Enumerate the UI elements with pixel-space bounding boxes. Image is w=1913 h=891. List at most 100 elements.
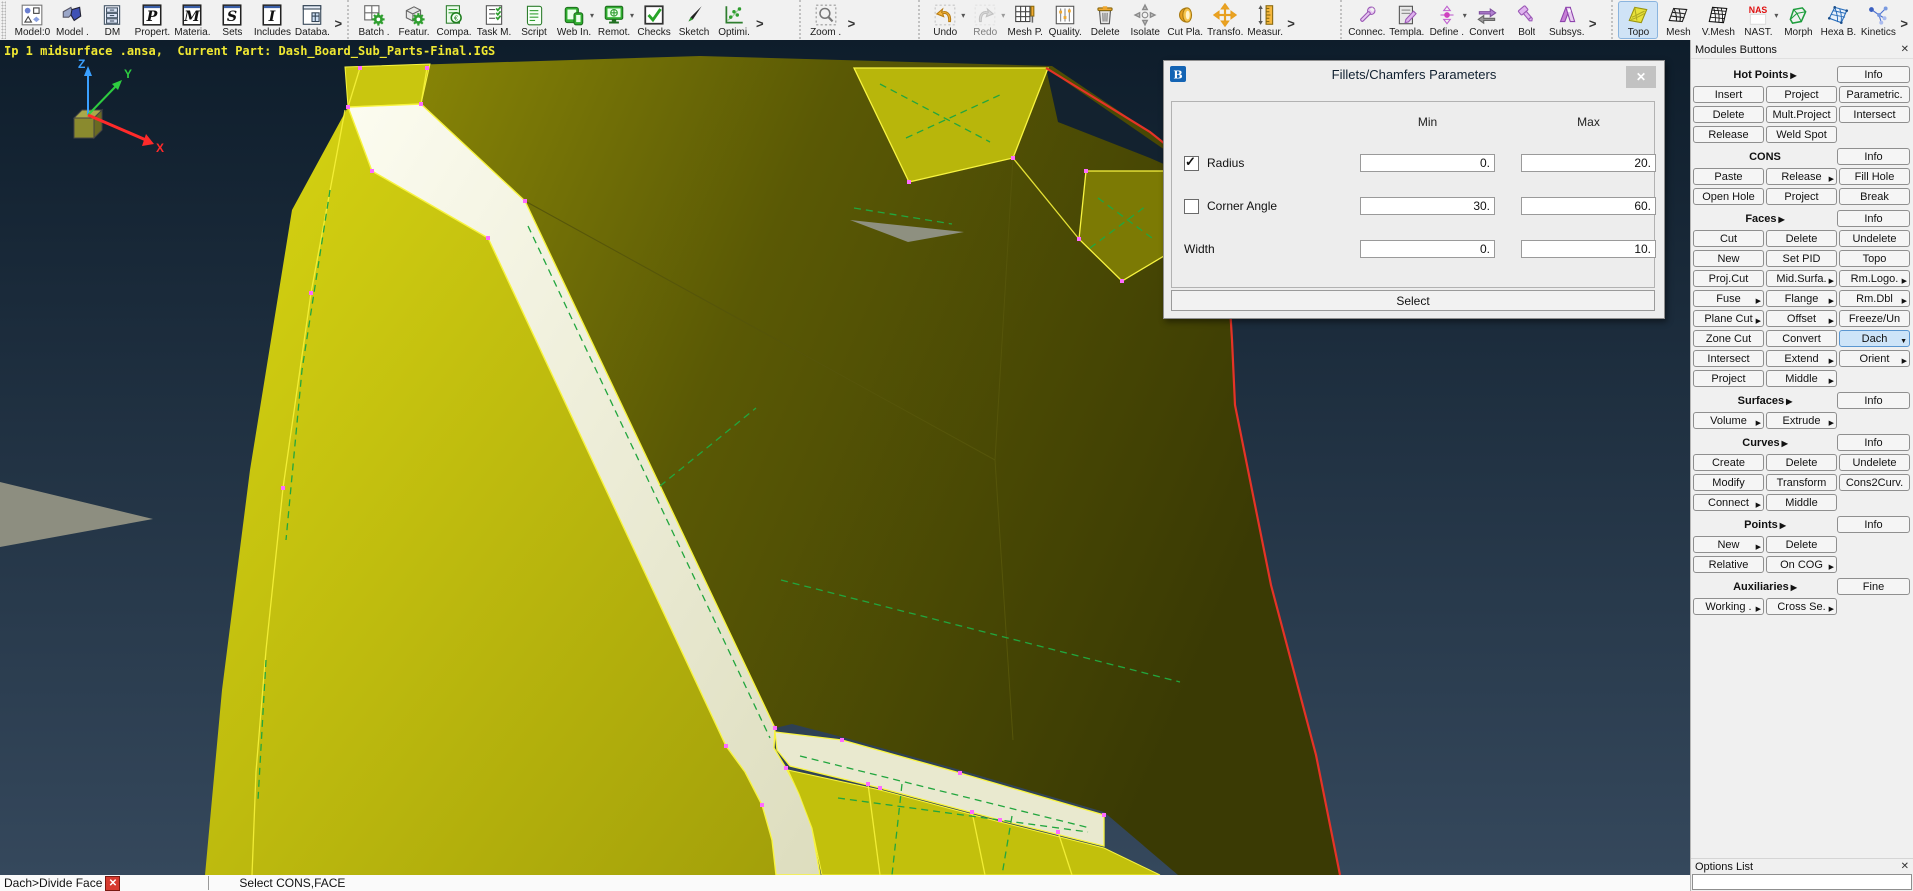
group-title-faces[interactable]: Faces ▶ [1693,213,1837,225]
close-icon[interactable]: ✕ [1901,861,1909,872]
info-button-hot-points[interactable]: Info [1837,66,1910,83]
sb-button-curves-middle[interactable]: Middle [1766,494,1837,511]
toolbar-button-databa[interactable]: Databa. [292,1,332,39]
toolbar-button-transfo[interactable]: Transfo. [1205,1,1245,39]
toolbar-button-nast[interactable]: NAS ▾ NAST. [1738,1,1778,39]
sb-button-faces-orient[interactable]: Orient ▶ [1839,350,1910,367]
sb-button-hot-points-release[interactable]: Release [1693,126,1764,143]
sb-button-faces-cut[interactable]: Cut [1693,230,1764,247]
toolbar-button-connec[interactable]: Connec. [1347,1,1387,39]
group-title-curves[interactable]: Curves ▶ [1693,437,1837,449]
viewport-3d[interactable]: Z Y X Ip 1 midsurface .ansa, Current Par… [0,40,1690,875]
sb-button-points-on-cog[interactable]: On COG ▶ [1766,556,1837,573]
toolbar-button-morph[interactable]: Morph [1778,1,1818,39]
sb-button-hot-points-insert[interactable]: Insert [1693,86,1764,103]
more-tools-chevron[interactable]: > [1587,16,1599,31]
sb-button-faces-convert[interactable]: Convert [1766,330,1837,347]
sb-button-faces-delete[interactable]: Delete [1766,230,1837,247]
toolbar-button-kinetics[interactable]: Kinetics [1858,1,1898,39]
sb-button-faces-dach[interactable]: Dach ▼ [1839,330,1910,347]
toolbar-button-remot[interactable]: ▾ Remot. [594,1,634,39]
sb-button-faces-plane-cut[interactable]: Plane Cut ▶ [1693,310,1764,327]
sb-button-faces-project[interactable]: Project [1693,370,1764,387]
toolbar-button-compa[interactable]: € Compa. [434,1,474,39]
sb-button-surfaces-volume[interactable]: Volume ▶ [1693,412,1764,429]
sb-button-faces-rm-dbl[interactable]: Rm.Dbl ▶ [1839,290,1910,307]
dialog-titlebar[interactable]: B Fillets/Chamfers Parameters ✕ [1164,61,1664,88]
radius-max-field[interactable] [1521,154,1656,172]
sb-button-hot-points-weld-spot[interactable]: Weld Spot [1766,126,1837,143]
sb-button-curves-undelete[interactable]: Undelete [1839,454,1910,471]
sb-button-cons-release[interactable]: Release ▶ [1766,168,1837,185]
sb-button-faces-rm-logo[interactable]: Rm.Logo. ▶ [1839,270,1910,287]
group-title-hot-points[interactable]: Hot Points ▶ [1693,69,1837,81]
toolbar-button-hexa-b[interactable]: Hexa B. [1818,1,1858,39]
info-button-surfaces[interactable]: Info [1837,392,1910,409]
sb-button-cons-paste[interactable]: Paste [1693,168,1764,185]
sb-button-faces-intersect[interactable]: Intersect [1693,350,1764,367]
sb-button-faces-proj-cut[interactable]: Proj.Cut [1693,270,1764,287]
toolbar-button-featur[interactable]: Featur. [394,1,434,39]
sb-button-faces-undelete[interactable]: Undelete [1839,230,1910,247]
sb-button-faces-middle[interactable]: Middle ▶ [1766,370,1837,387]
corner-angle-checkbox[interactable] [1184,198,1199,214]
sb-button-auxiliaries-cross-se[interactable]: Cross Se. ▶ [1766,598,1837,615]
toolbar-button-cut-pla[interactable]: Cut Pla. [1165,1,1205,39]
toolbar-button-convert[interactable]: Convert [1467,1,1507,39]
toolbar-button-materia[interactable]: M Materia. [172,1,212,39]
toolbar-button-templa[interactable]: Templa. [1387,1,1427,39]
group-title-cons[interactable]: CONS [1693,151,1837,163]
toolbar-button-topo[interactable]: Topo [1618,1,1659,39]
sb-button-faces-offset[interactable]: Offset ▶ [1766,310,1837,327]
width-min-field[interactable] [1360,240,1495,258]
sb-button-cons-fill-hole[interactable]: Fill Hole [1839,168,1910,185]
toolbar-button-model[interactable]: Model . [52,1,92,39]
sb-button-faces-topo[interactable]: Topo [1839,250,1910,267]
toolbar-button-mesh[interactable]: Mesh [1658,1,1698,39]
toolbar-button-redo[interactable]: ▾ Redo [965,1,1005,39]
sb-button-hot-points-project[interactable]: Project [1766,86,1837,103]
sb-button-points-new[interactable]: New ▶ [1693,536,1764,553]
corner-angle-min-field[interactable] [1360,197,1495,215]
info-button-curves[interactable]: Info [1837,434,1910,451]
sb-button-surfaces-extrude[interactable]: Extrude ▶ [1766,412,1837,429]
sb-button-curves-transform[interactable]: Transform [1766,474,1837,491]
toolbar-grip[interactable] [1,1,7,39]
toolbar-button-propert[interactable]: P Propert. [132,1,172,39]
radius-min-field[interactable] [1360,154,1495,172]
dialog-close-button[interactable]: ✕ [1626,66,1656,88]
toolbar-button-delete[interactable]: Delete [1085,1,1125,39]
sb-button-cons-break[interactable]: Break [1839,188,1910,205]
toolbar-button-subsys[interactable]: Subsys. [1547,1,1587,39]
sb-button-cons-open-hole[interactable]: Open Hole [1693,188,1764,205]
sb-button-cons-project[interactable]: Project [1766,188,1837,205]
toolbar-button-includes[interactable]: I Includes [252,1,292,39]
toolbar-button-quality[interactable]: Quality. [1045,1,1085,39]
sb-button-curves-delete[interactable]: Delete [1766,454,1837,471]
sb-button-faces-fuse[interactable]: Fuse ▶ [1693,290,1764,307]
sb-button-hot-points-delete[interactable]: Delete [1693,106,1764,123]
sb-button-faces-mid-surfa[interactable]: Mid.Surfa. ▶ [1766,270,1837,287]
sb-button-curves-create[interactable]: Create [1693,454,1764,471]
sb-button-faces-new[interactable]: New [1693,250,1764,267]
more-tools-chevron[interactable]: > [1285,16,1297,31]
toolbar-button-undo[interactable]: ▾ Undo [925,1,965,39]
radius-checkbox[interactable]: ✓ [1184,154,1199,171]
fine-button-auxiliaries[interactable]: Fine [1837,578,1910,595]
group-title-points[interactable]: Points ▶ [1693,519,1837,531]
options-list-box[interactable] [1692,874,1912,890]
sb-button-curves-modify[interactable]: Modify [1693,474,1764,491]
group-title-surfaces[interactable]: Surfaces ▶ [1693,395,1837,407]
toolbar-button-mesh-p[interactable]: Mesh P. [1005,1,1045,39]
toolbar-button-web-in[interactable]: ▾ Web In. [554,1,594,39]
sb-button-points-delete[interactable]: Delete [1766,536,1837,553]
toolbar-button-sets[interactable]: S Sets [212,1,252,39]
sb-button-auxiliaries-working[interactable]: Working . ▶ [1693,598,1764,615]
toolbar-button-v-mesh[interactable]: V.Mesh [1698,1,1738,39]
sb-button-hot-points-mult-project[interactable]: Mult.Project [1766,106,1837,123]
more-tools-chevron[interactable]: > [332,16,344,31]
sb-button-curves-connect[interactable]: Connect ▶ [1693,494,1764,511]
more-tools-chevron[interactable]: > [846,16,858,31]
toolbar-button-model-0[interactable]: Model:0 [12,1,52,39]
corner-angle-max-field[interactable] [1521,197,1656,215]
